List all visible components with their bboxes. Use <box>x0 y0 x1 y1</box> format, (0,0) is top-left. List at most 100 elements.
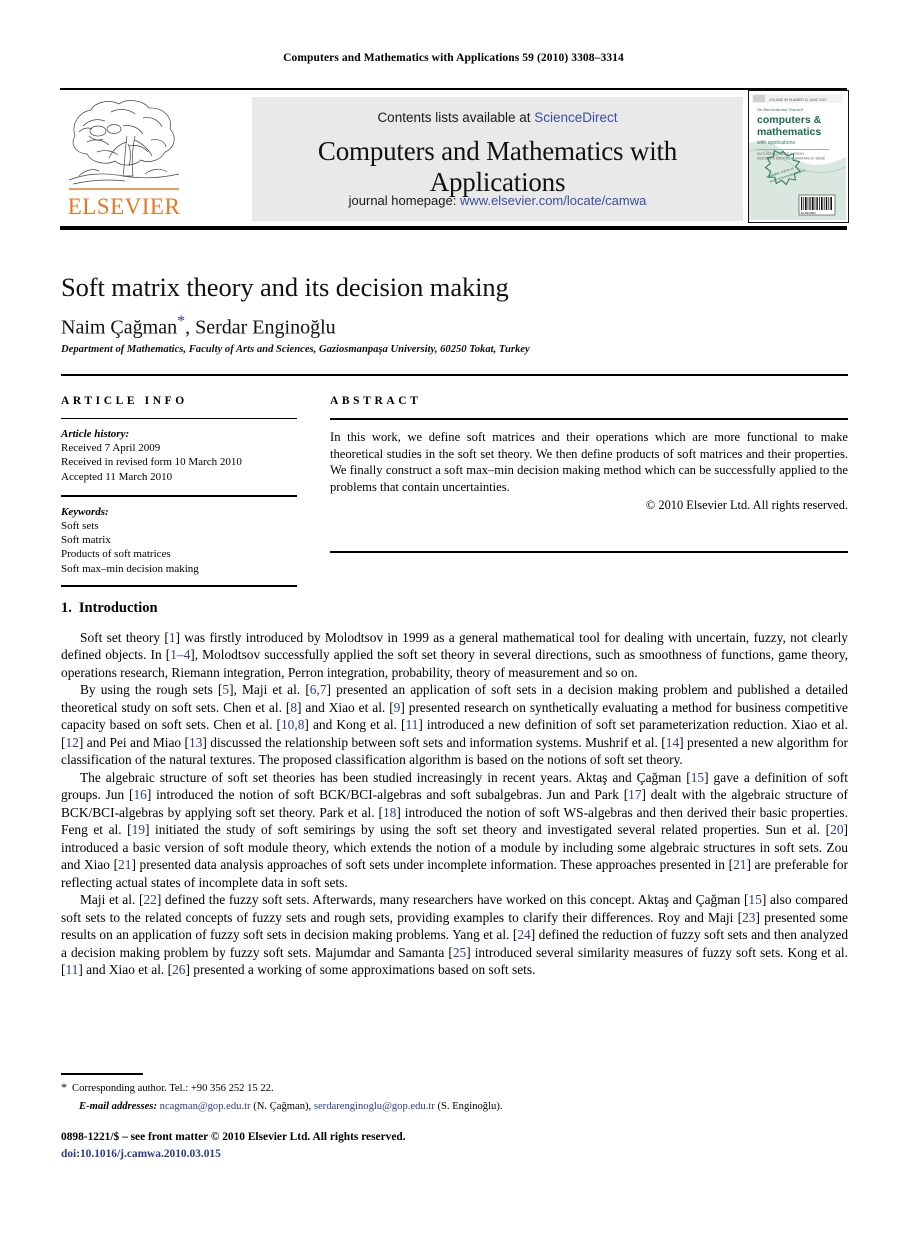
keyword-item: Soft max–min decision making <box>61 562 199 575</box>
paragraph: The algebraic structure of soft set theo… <box>61 769 848 891</box>
keywords-block: Keywords: Soft sets Soft matrix Products… <box>61 505 297 576</box>
email-owner-cagman: (N. Çağman), <box>250 1101 314 1113</box>
article-info-rule-top <box>61 418 297 419</box>
paragraph: Soft set theory [1] was firstly introduc… <box>61 629 848 681</box>
paragraph-text: ] presented a working of some approximat… <box>185 962 536 978</box>
elsevier-wordmark: ELSEVIER <box>67 194 181 219</box>
paragraph-text: ] introduced the notion of soft BCK/BCI-… <box>146 787 629 803</box>
contents-available-line: Contents lists available at ScienceDirec… <box>252 110 743 125</box>
article-body: Soft set theory [1] was firstly introduc… <box>61 629 848 979</box>
paragraph-text: Maji et al. [ <box>80 892 144 908</box>
author-list: Naim Çağman*, Serdar Enginoğlu <box>61 313 851 340</box>
journal-info-box: Contents lists available at ScienceDirec… <box>252 97 743 221</box>
citation-link[interactable]: 16 <box>133 787 146 802</box>
section-title: Introduction <box>78 600 158 616</box>
citation-link[interactable]: 15 <box>748 892 761 907</box>
masthead-bottom-rule <box>60 226 847 230</box>
journal-cover-image: VOLUME 59 NUMBER 11 JUNE 2010 An Interna… <box>749 91 847 220</box>
svg-text:An International Journal: An International Journal <box>756 107 804 112</box>
svg-text:mathematics: mathematics <box>757 126 821 138</box>
elsevier-tree-icon <box>68 100 180 190</box>
keyword-item: Products of soft matrices <box>61 548 171 561</box>
citation-link[interactable]: 1–4 <box>170 647 190 662</box>
history-item: Received in revised form 10 March 2010 <box>61 456 242 469</box>
journal-masthead: ELSEVIER Contents lists available at Sci… <box>60 88 849 230</box>
contents-prefix-text: Contents lists available at <box>377 110 535 125</box>
article-info-rule-bottom <box>61 584 297 587</box>
paragraph-text: ] and Xiao et al. [ <box>297 699 394 715</box>
citation-link[interactable]: 11 <box>405 717 418 732</box>
corresponding-author-marker: * <box>177 313 186 330</box>
corresponding-author-note: * Corresponding author. Tel.: +90 356 252… <box>61 1079 848 1096</box>
masthead-top-rule <box>60 88 847 90</box>
issn-copyright-line: 0898-1221/$ – see front matter © 2010 El… <box>61 1131 406 1143</box>
citation-link[interactable]: 23 <box>742 910 755 925</box>
citation-link[interactable]: 14 <box>666 735 679 750</box>
article-history-block: Article history: Received 7 April 2009 R… <box>61 427 297 484</box>
article-history-label: Article history: <box>61 428 130 440</box>
paragraph-text: ] initiated the study of soft semirings … <box>145 822 831 838</box>
email-addresses-note: E-mail addresses: ncagman@gop.edu.tr (N.… <box>79 1099 848 1114</box>
paragraph-text: ] presented data analysis approaches of … <box>131 857 734 873</box>
corresponding-author-text: Corresponding author. Tel.: +90 356 252 … <box>72 1083 274 1094</box>
keyword-item: Soft matrix <box>61 534 111 547</box>
history-item: Received 7 April 2009 <box>61 442 161 455</box>
article-info-column: ARTICLE INFO Article history: Received 7… <box>61 395 297 587</box>
paragraph-text: ] discussed the relationship between sof… <box>202 734 666 750</box>
footnote-rule <box>61 1073 143 1075</box>
doi-link[interactable]: doi:10.1016/j.camwa.2010.03.015 <box>61 1146 848 1163</box>
citation-link[interactable]: 25 <box>453 945 466 960</box>
citation-link[interactable]: 1 <box>169 630 176 645</box>
author-second: , Serdar Enginoğlu <box>185 316 336 339</box>
page-title: Soft matrix theory and its decision maki… <box>61 272 509 302</box>
citation-link[interactable]: 21 <box>733 857 746 872</box>
abstract-copyright: © 2010 Elsevier Ltd. All rights reserved… <box>645 497 848 512</box>
paragraph: Maji et al. [22] defined the fuzzy soft … <box>61 891 848 978</box>
abstract-heading: ABSTRACT <box>330 395 422 407</box>
citation-link[interactable]: 18 <box>383 805 396 820</box>
footnote-block: * Corresponding author. Tel.: +90 356 252… <box>61 1079 848 1115</box>
citation-link[interactable]: 10,8 <box>281 717 304 732</box>
svg-text:computers &: computers & <box>757 114 822 126</box>
paragraph-text: ] and Pei and Miao [ <box>78 734 189 750</box>
abstract-rule-bottom <box>330 550 848 553</box>
citation-link[interactable]: 21 <box>118 857 131 872</box>
keyword-item: Soft sets <box>61 519 99 532</box>
keywords-label: Keywords: <box>61 505 109 518</box>
paragraph-text: By using the rough sets [ <box>80 682 223 698</box>
citation-link[interactable]: 17 <box>628 787 641 802</box>
paragraph-text: ], Maji et al. [ <box>229 682 310 698</box>
article-info-heading: ARTICLE INFO <box>61 395 188 407</box>
svg-text:with applications: with applications <box>757 140 795 146</box>
running-head: Computers and Mathematics with Applicati… <box>283 52 624 64</box>
citation-link[interactable]: 24 <box>517 927 530 942</box>
paragraph-text: ] and Xiao et al. [ <box>78 962 173 978</box>
svg-text:VOLUME 59 NUMBER 11 JUNE 2010: VOLUME 59 NUMBER 11 JUNE 2010 <box>769 98 827 102</box>
citation-link[interactable]: 15 <box>691 770 704 785</box>
journal-cover-thumbnail: VOLUME 59 NUMBER 11 JUNE 2010 An Interna… <box>748 90 849 223</box>
email-link-enginoglu[interactable]: serdarenginoglu@gop.edu.tr <box>314 1101 435 1112</box>
citation-link[interactable]: 13 <box>189 735 202 750</box>
page-footer: 0898-1221/$ – see front matter © 2010 El… <box>61 1129 848 1162</box>
citation-link[interactable]: 19 <box>132 822 145 837</box>
history-item: Accepted 11 March 2010 <box>61 470 173 483</box>
citation-link[interactable]: 12 <box>65 735 78 750</box>
email-link-cagman[interactable]: ncagman@gop.edu.tr <box>160 1101 251 1112</box>
citation-link[interactable]: 20 <box>830 822 843 837</box>
sciencedirect-link[interactable]: ScienceDirect <box>534 110 617 125</box>
citation-link[interactable]: 11 <box>65 962 78 977</box>
author-first: Naim Çağman <box>61 316 178 339</box>
abstract-rule-top <box>330 418 848 420</box>
svg-text:ELSEVIER: ELSEVIER <box>801 211 817 215</box>
elsevier-logo: ELSEVIER <box>65 96 183 222</box>
journal-title: Computers and Mathematics with Applicati… <box>317 136 678 197</box>
citation-link[interactable]: 22 <box>143 892 156 907</box>
abstract-column: ABSTRACT In this work, we define soft ma… <box>330 395 848 553</box>
article-info-rule-mid <box>61 494 297 497</box>
paragraph-text: The algebraic structure of soft set theo… <box>80 769 691 785</box>
footnote-marker: * <box>61 1080 67 1094</box>
citation-link[interactable]: 26 <box>172 962 185 977</box>
journal-homepage-link[interactable]: www.elsevier.com/locate/camwa <box>460 193 646 208</box>
article-page: Computers and Mathematics with Applicati… <box>0 0 907 1238</box>
citation-link[interactable]: 6,7 <box>310 682 327 697</box>
